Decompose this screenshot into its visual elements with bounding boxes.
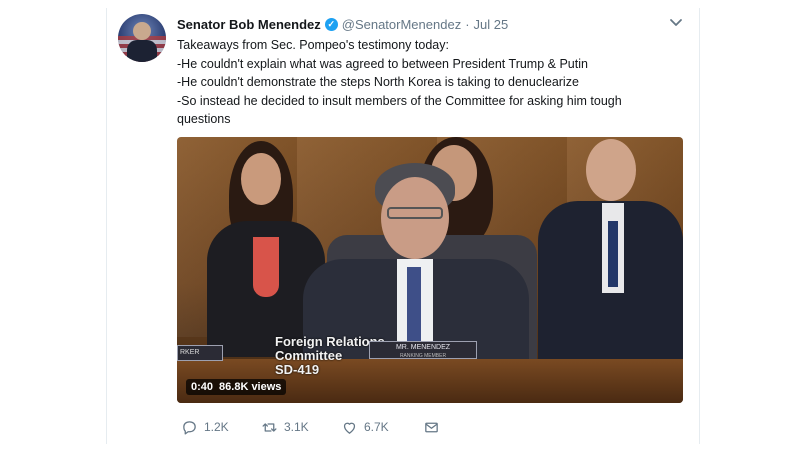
video-player[interactable]: Foreign Relations Committee SD-419 MR. M…: [177, 137, 683, 403]
man-right-figure: [532, 137, 683, 359]
heart-icon: [343, 422, 356, 434]
video-views: 86.8K views: [219, 381, 282, 393]
video-controls[interactable]: 0:40 86.8K views: [186, 379, 287, 395]
nameplate-title: RANKING MEMBER: [399, 353, 447, 359]
nameplate-name: MR. MENENDEZ: [395, 344, 451, 351]
reply-icon: [183, 420, 196, 435]
avatar-suit: [127, 40, 157, 62]
nameplate: MR. MENENDEZ RANKING MEMBER: [369, 341, 477, 359]
user-handle[interactable]: @SenatorMenendez: [342, 17, 461, 32]
tweet-text-line: -He couldn't explain what was agreed to …: [177, 56, 588, 71]
tweet-header: Senator Bob Menendez ✓ @SenatorMenendez …: [177, 15, 508, 33]
dm-button[interactable]: [423, 419, 440, 436]
retweet-icon: [262, 422, 277, 432]
committee-line: SD-419: [275, 362, 320, 377]
tweet-text-line: -He couldn't demonstrate the steps North…: [177, 75, 579, 90]
verified-badge-icon: ✓: [324, 17, 338, 31]
tweet-actions: 1.2K 3.1K 6.7K: [181, 417, 440, 437]
chevron-down-icon[interactable]: [668, 16, 684, 30]
senator-figure: [303, 163, 529, 359]
avatar[interactable]: [118, 14, 166, 62]
nameplate-left: RKER: [177, 345, 223, 361]
reply-button[interactable]: 1.2K: [181, 419, 261, 436]
retweet-count: 3.1K: [284, 420, 309, 434]
tweet-text-line: Takeaways from Sec. Pompeo's testimony t…: [177, 38, 449, 52]
like-button[interactable]: 6.7K: [341, 419, 423, 436]
tweet-text-line: questions: [177, 112, 231, 127]
tweet-text: Takeaways from Sec. Pompeo's testimony t…: [177, 36, 687, 129]
envelope-icon: [425, 422, 438, 432]
header-separator: ·: [465, 16, 470, 32]
retweet-button[interactable]: 3.1K: [261, 419, 341, 436]
tweet-text-line: -So instead he decided to insult members…: [177, 93, 622, 108]
tweet-date[interactable]: Jul 25: [474, 17, 509, 32]
display-name[interactable]: Senator Bob Menendez: [177, 17, 321, 32]
like-count: 6.7K: [364, 420, 389, 434]
video-duration: 0:40: [191, 381, 214, 393]
avatar-face: [133, 22, 151, 40]
reply-count: 1.2K: [204, 420, 229, 434]
